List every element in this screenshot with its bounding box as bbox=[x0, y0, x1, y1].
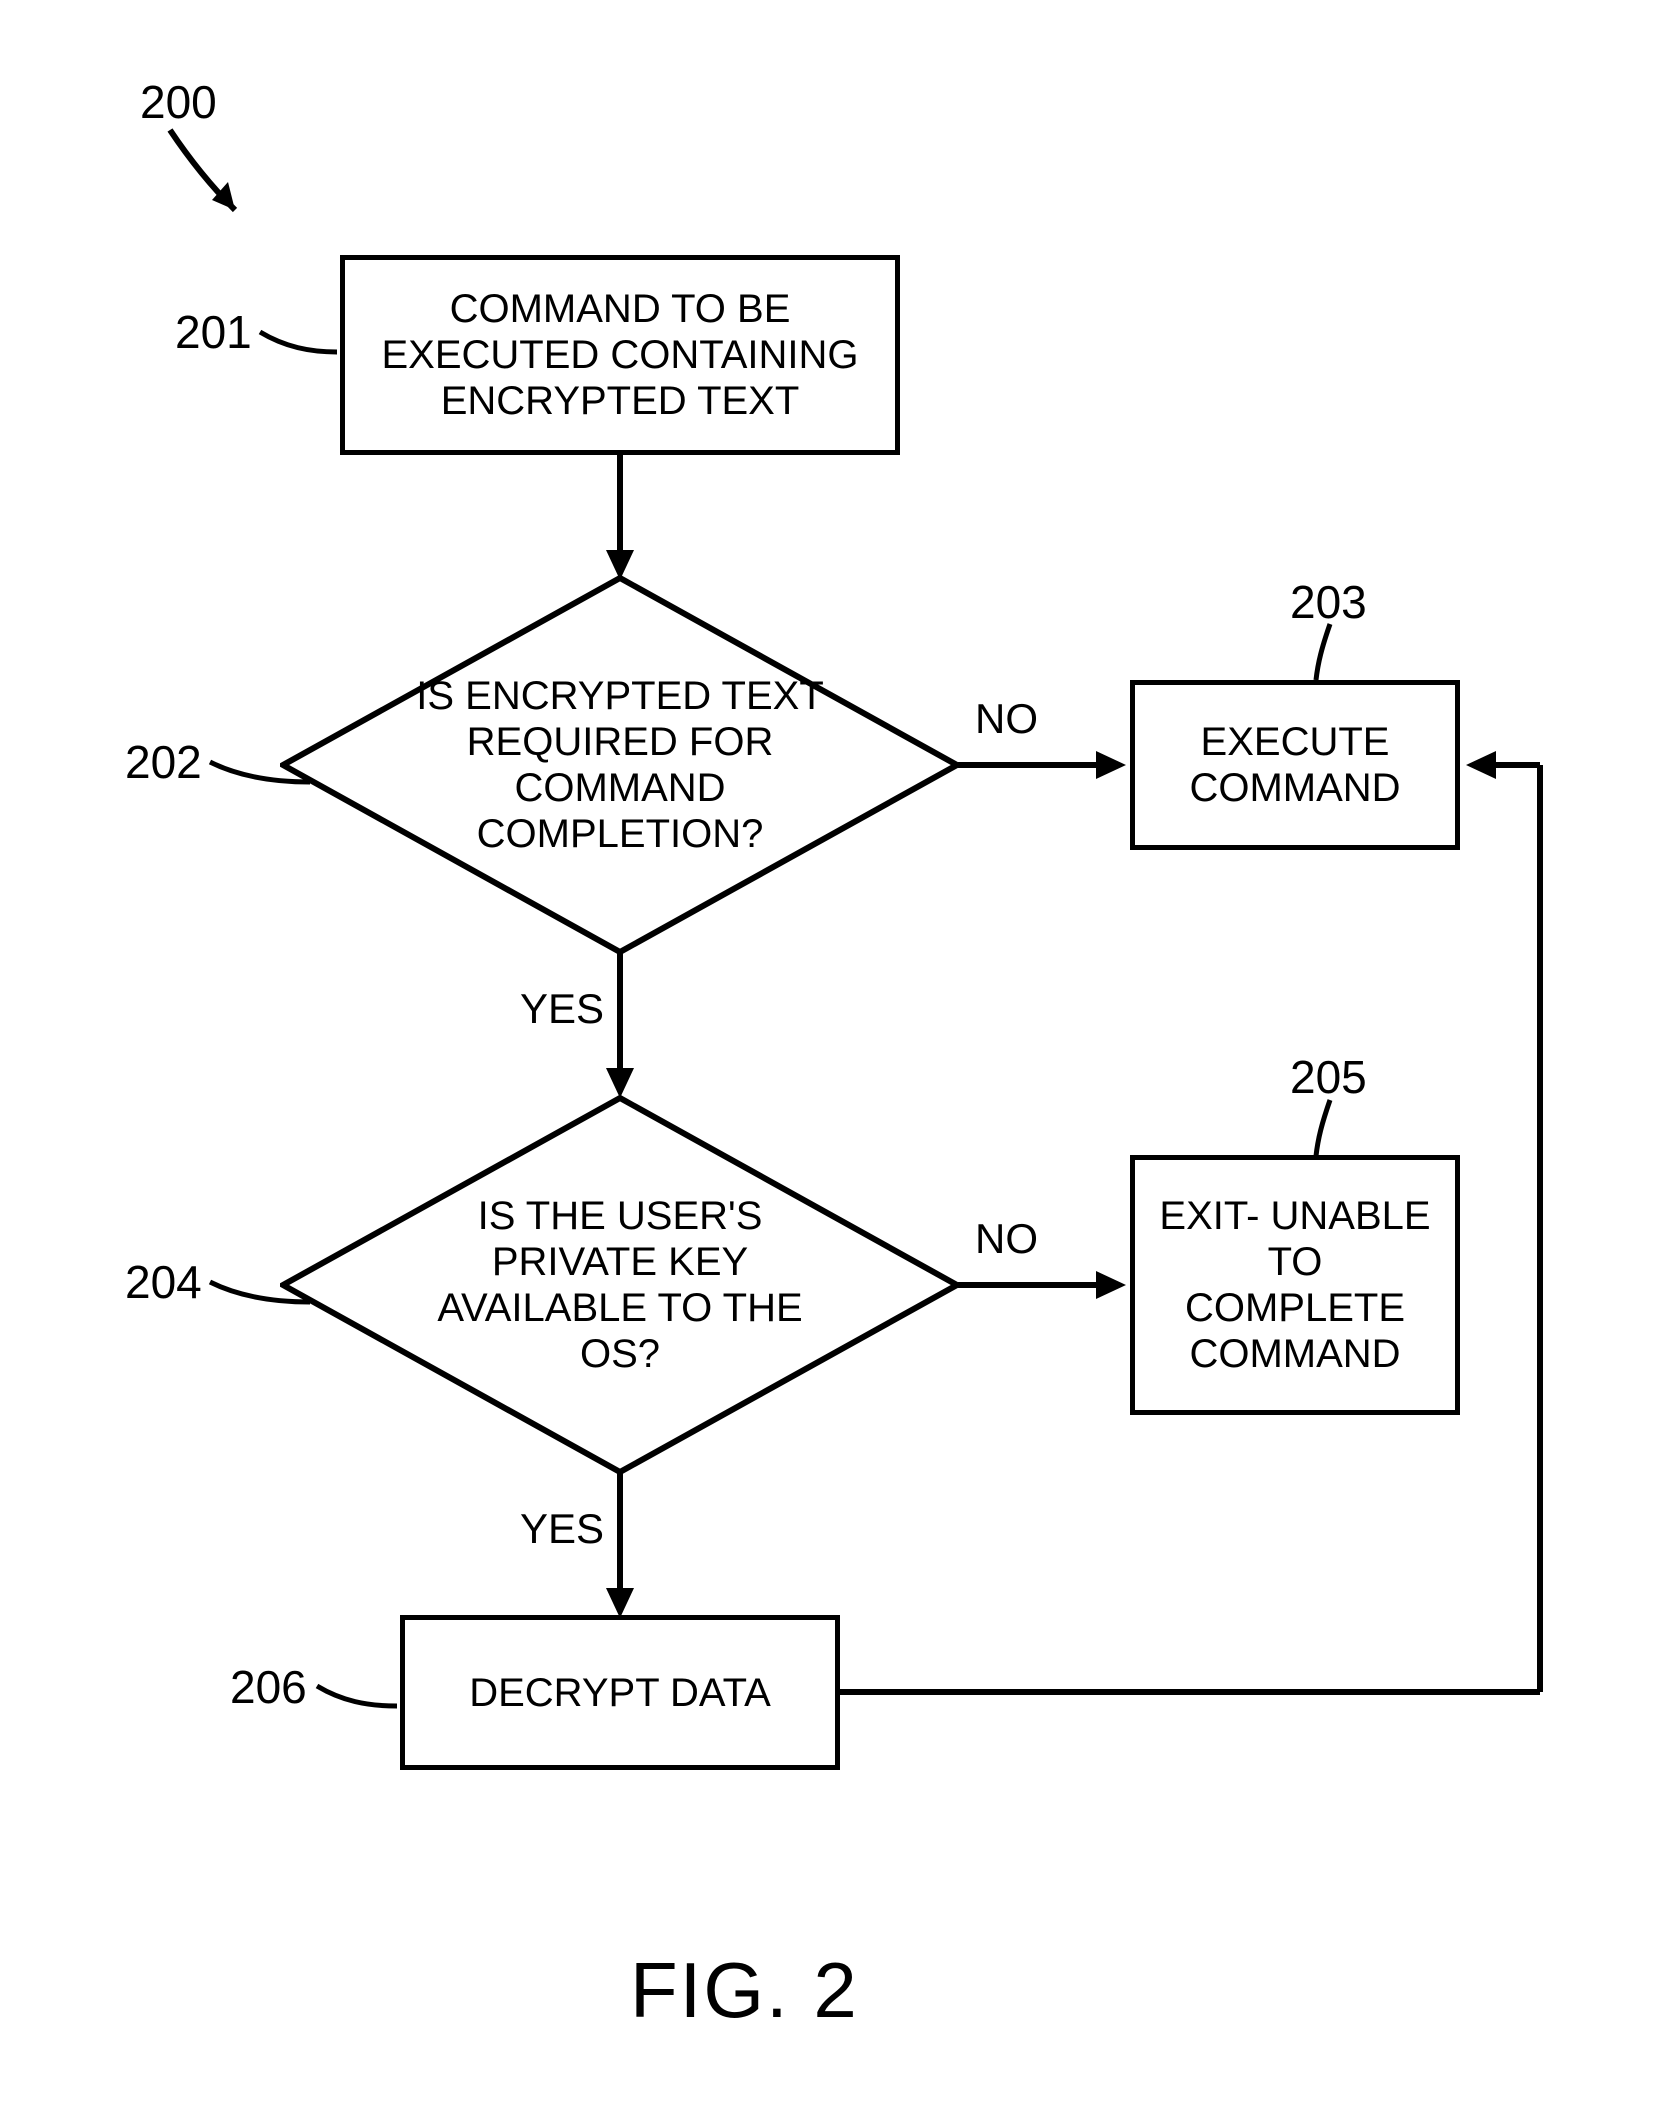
ref-202-leader bbox=[205, 752, 315, 792]
figure-label: FIG. 2 bbox=[630, 1945, 859, 2036]
ref-201-label: 201 bbox=[175, 305, 252, 359]
node-201-process: COMMAND TO BE EXECUTED CONTAINING ENCRYP… bbox=[340, 255, 900, 455]
ref-203-leader bbox=[1310, 622, 1370, 684]
arrow-204-to-206 bbox=[600, 1473, 640, 1623]
ref-206-label: 206 bbox=[230, 1660, 307, 1714]
arrow-206-to-203 bbox=[840, 740, 1570, 1710]
edge-202-no-label: NO bbox=[975, 695, 1038, 743]
arrow-202-to-204 bbox=[600, 953, 640, 1103]
ref-203-label: 203 bbox=[1290, 575, 1367, 629]
arrow-201-to-202 bbox=[600, 455, 640, 585]
node-206-process: DECRYPT DATA bbox=[400, 1615, 840, 1770]
edge-204-yes-label: YES bbox=[520, 1505, 604, 1553]
ref-201-leader bbox=[255, 322, 345, 362]
ref-202-label: 202 bbox=[125, 735, 202, 789]
ref-200-leader-arrow bbox=[150, 120, 270, 240]
ref-204-label: 204 bbox=[125, 1255, 202, 1309]
ref-206-leader bbox=[312, 1676, 402, 1716]
node-204-text: IS THE USER'S PRIVATE KEY AVAILABLE TO T… bbox=[400, 1193, 840, 1377]
edge-202-yes-label: YES bbox=[520, 985, 604, 1033]
node-201-text: COMMAND TO BE EXECUTED CONTAINING ENCRYP… bbox=[367, 286, 873, 424]
flowchart-canvas: 200 COMMAND TO BE EXECUTED CONTAINING EN… bbox=[0, 0, 1656, 2112]
ref-204-leader bbox=[205, 1272, 315, 1312]
node-206-text: DECRYPT DATA bbox=[469, 1670, 771, 1716]
node-202-text: IS ENCRYPTED TEXT REQUIRED FOR COMMAND C… bbox=[400, 673, 840, 857]
